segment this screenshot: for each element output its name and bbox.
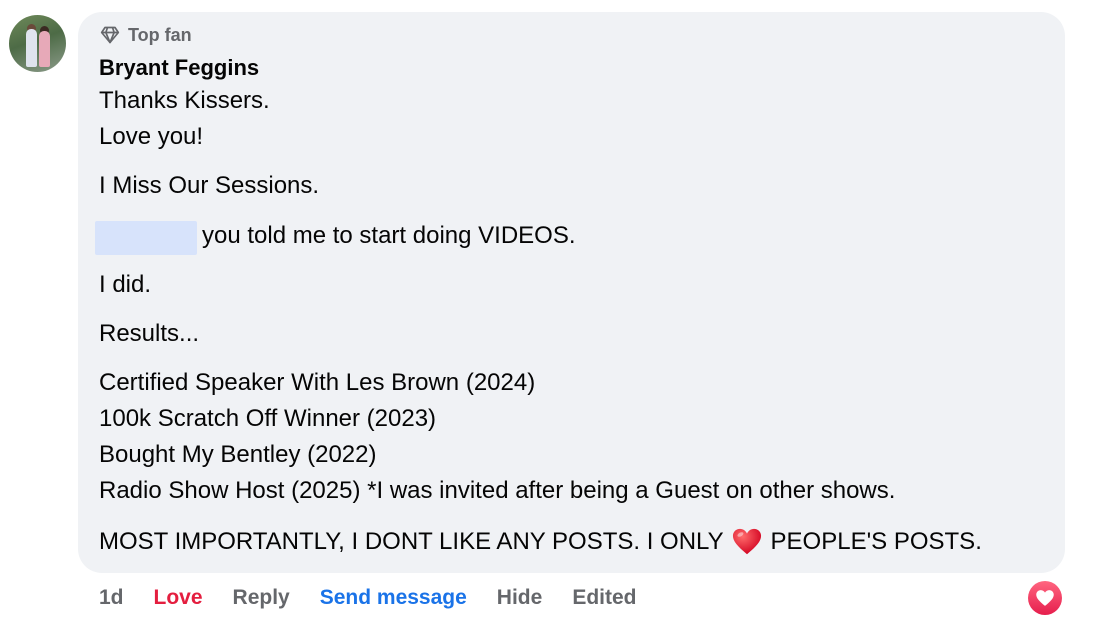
avatar-figure [26, 29, 37, 67]
comment-line: Certified Speaker With Les Brown (2024) [99, 369, 536, 396]
comment-final-line: MOST IMPORTANTLY, I DONT LIKE ANY POSTS.… [99, 527, 982, 557]
comment-line: Love you! [99, 123, 204, 150]
reply-button[interactable]: Reply [233, 586, 290, 614]
timestamp-link[interactable]: 1d [99, 586, 124, 614]
comment-line: you told me to start doing VIDEOS. [202, 222, 576, 249]
heart-emoji-icon [732, 528, 761, 555]
final-line-start: MOST IMPORTANTLY, I DONT LIKE ANY POSTS.… [99, 528, 724, 555]
send-message-button[interactable]: Send message [320, 586, 467, 614]
top-fan-badge: Top fan [100, 24, 192, 46]
diamond-icon [100, 26, 120, 44]
final-line-end: PEOPLE'S POSTS. [770, 528, 982, 555]
avatar-figure [39, 31, 50, 67]
comment-line: I Miss Our Sessions. [99, 172, 320, 199]
author-name[interactable]: Bryant Feggins [99, 55, 259, 81]
avatar[interactable] [9, 15, 66, 72]
mention-tag[interactable] [95, 221, 197, 255]
reaction-count-badge[interactable] [1028, 581, 1062, 615]
love-reaction-icon [1036, 590, 1054, 606]
comment-line: Radio Show Host (2025) *I was invited af… [99, 477, 896, 504]
hide-button[interactable]: Hide [497, 586, 543, 614]
comment-line: Results... [99, 320, 200, 347]
top-fan-label: Top fan [128, 24, 192, 45]
comment-actions: 1d Love Reply Send message Hide Edited [99, 586, 636, 614]
comment-line: Bought My Bentley (2022) [99, 441, 377, 468]
love-button[interactable]: Love [154, 586, 203, 614]
comment-line: Thanks Kissers. [99, 87, 270, 114]
edited-link[interactable]: Edited [572, 586, 636, 614]
comment-line: I did. [99, 271, 152, 298]
comment-line: 100k Scratch Off Winner (2023) [99, 405, 437, 432]
